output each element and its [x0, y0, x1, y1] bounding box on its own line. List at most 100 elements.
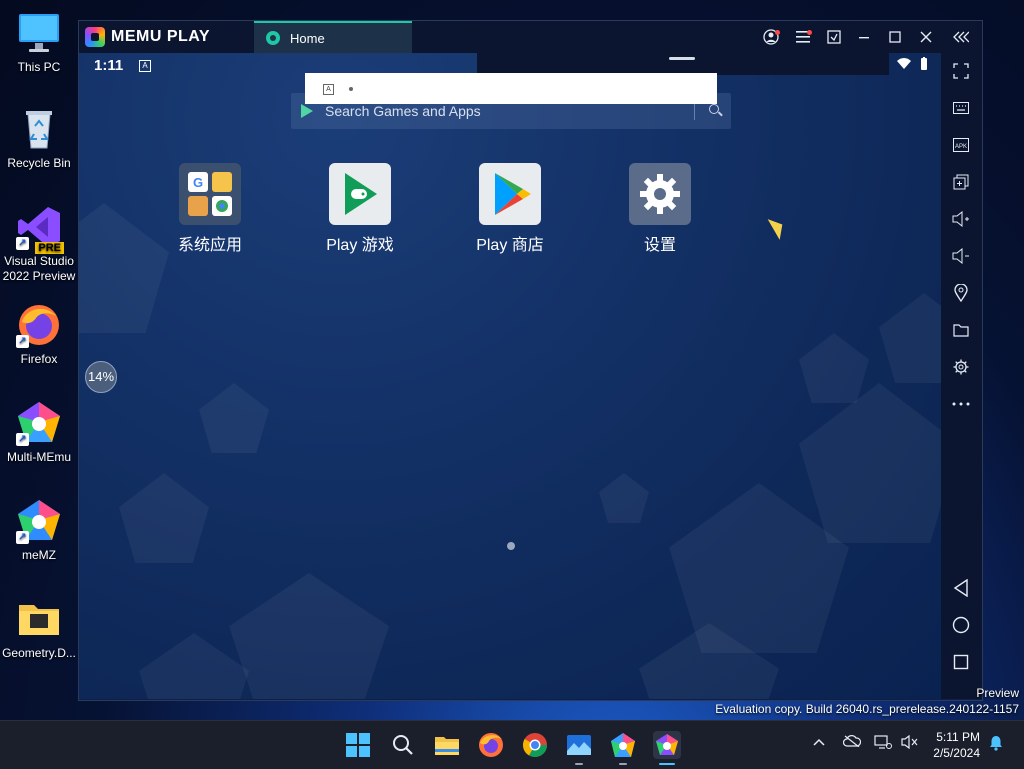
- desktop-icon-recycle-bin[interactable]: Recycle Bin: [0, 106, 78, 171]
- network-status[interactable]: [874, 735, 892, 752]
- taskbar-file-explorer[interactable]: [433, 731, 461, 759]
- desktop-icon-multi-memu[interactable]: ↗ Multi-MEmu: [0, 400, 78, 465]
- memu-logo: MEMU PLAY: [85, 27, 210, 47]
- taskbar-memu-play[interactable]: [653, 731, 681, 765]
- firefox-icon: [479, 733, 503, 757]
- chrome-icon: [522, 733, 547, 758]
- chevron-up-icon: [813, 738, 825, 746]
- windows-taskbar: 5:11 PM 2/5/2024: [0, 720, 1024, 769]
- wallpaper-shape: [599, 473, 649, 523]
- svg-text:APK: APK: [955, 144, 967, 150]
- running-indicator: [575, 763, 583, 765]
- screen-record-button[interactable]: [822, 27, 846, 47]
- windows-start-icon: [346, 733, 370, 757]
- wallpaper-shape: [119, 473, 209, 563]
- progress-indicator[interactable]: 14%: [85, 361, 117, 393]
- maximize-button[interactable]: [883, 27, 907, 47]
- battery-icon: [921, 57, 927, 70]
- home-tab-icon: [266, 31, 280, 45]
- keyboard-mapping-button[interactable]: [951, 98, 971, 118]
- account-button[interactable]: [759, 27, 783, 47]
- volume-down-button[interactable]: [951, 246, 971, 266]
- shared-folder-button[interactable]: [951, 320, 971, 340]
- desktop-icon-label: Visual Studio 2022 Preview: [2, 254, 76, 283]
- apk-icon: APK: [953, 138, 969, 152]
- app-settings[interactable]: 设置: [610, 163, 710, 255]
- memu-gem-icon: [85, 27, 105, 47]
- desktop-icon-memz[interactable]: ↗ meMZ: [0, 498, 78, 563]
- taskbar-clock[interactable]: 5:11 PM 2/5/2024: [933, 729, 980, 761]
- recycle-bin-icon: [16, 106, 62, 152]
- clock-time: 5:11 PM: [936, 730, 980, 744]
- network-icon: [874, 735, 892, 749]
- android-recents-button[interactable]: [951, 652, 971, 672]
- wallpaper-shape: [199, 383, 269, 453]
- recents-square-icon: [953, 654, 969, 670]
- app-system-apps[interactable]: G 系统应用: [160, 163, 260, 255]
- desktop-icon-visual-studio[interactable]: PRE ↗ Visual Studio 2022 Preview: [0, 204, 78, 284]
- page-indicator-dot: [507, 542, 515, 550]
- firefox-icon: ↗: [16, 302, 62, 348]
- android-back-button[interactable]: [951, 578, 971, 598]
- wallpaper-shape: [139, 633, 249, 699]
- desktop-icon-this-pc[interactable]: This PC: [0, 10, 78, 75]
- wifi-icon: [897, 58, 911, 69]
- file-explorer-icon: [435, 737, 459, 755]
- desktop-icon-label: This PC: [17, 60, 61, 74]
- taskbar-firefox[interactable]: [477, 731, 505, 759]
- shortcut-arrow-icon: ↗: [16, 335, 29, 348]
- notification-shade-handle[interactable]: [477, 53, 889, 75]
- start-button[interactable]: [344, 731, 372, 759]
- collapse-toolbar-button[interactable]: [949, 27, 973, 47]
- emulator-settings-button[interactable]: [951, 357, 971, 377]
- double-chevron-left-icon: [953, 31, 969, 43]
- fullscreen-button[interactable]: [951, 61, 971, 81]
- menu-button[interactable]: [791, 27, 815, 47]
- desktop-icon-label: Geometry.D...: [2, 646, 76, 660]
- location-button[interactable]: [951, 283, 971, 303]
- system-apps-folder-icon: G: [179, 163, 241, 225]
- photos-app-icon: [567, 735, 591, 755]
- notifications-button[interactable]: [988, 735, 1004, 754]
- onedrive-status[interactable]: [842, 735, 862, 750]
- show-hidden-icons-button[interactable]: [812, 735, 826, 750]
- desktop-icon-label: Firefox: [20, 352, 58, 366]
- notification-popup[interactable]: A: [305, 73, 717, 104]
- memu-brand-text: MEMU PLAY: [111, 28, 211, 45]
- app-play-games[interactable]: Play 游戏: [310, 163, 410, 255]
- taskbar-photos-app[interactable]: [565, 731, 593, 765]
- desktop-icon-geometry-folder[interactable]: Geometry.D...: [0, 596, 78, 661]
- volume-muted-status[interactable]: [901, 734, 919, 752]
- multi-instance-button[interactable]: [951, 172, 971, 192]
- popup-dot: [349, 87, 353, 91]
- minimize-button[interactable]: [852, 27, 876, 47]
- install-apk-button[interactable]: APK: [951, 135, 971, 155]
- volume-down-icon: [952, 248, 969, 264]
- notification-dot: [807, 30, 812, 35]
- tab-home[interactable]: Home: [254, 21, 412, 53]
- desktop-icon-firefox[interactable]: ↗ Firefox: [0, 302, 78, 367]
- wallpaper-shape: [879, 293, 941, 383]
- search-placeholder: Search Games and Apps: [325, 103, 481, 119]
- wallpaper-shape: [229, 573, 389, 699]
- taskbar-multi-memu[interactable]: [609, 731, 637, 765]
- maximize-icon: [889, 31, 901, 43]
- app-play-store[interactable]: Play 商店: [460, 163, 560, 255]
- taskbar-chrome[interactable]: [521, 731, 549, 759]
- gear-icon: [953, 359, 969, 375]
- desktop-icon-label: Multi-MEmu: [6, 450, 71, 464]
- more-options-button[interactable]: [951, 394, 971, 414]
- volume-up-button[interactable]: [951, 209, 971, 229]
- close-button[interactable]: [914, 27, 938, 47]
- popup-notification-icon: A: [323, 84, 334, 95]
- desktop-icon-label: Recycle Bin: [7, 156, 71, 170]
- search-icon[interactable]: [709, 104, 719, 114]
- taskbar-search-button[interactable]: [389, 731, 417, 759]
- more-dots-icon: [952, 402, 970, 406]
- android-home-button[interactable]: [951, 615, 971, 635]
- android-home-screen[interactable]: 1:11 A Search Games and Apps A G 系统应用 Pl…: [79, 53, 941, 699]
- play-games-icon: [329, 163, 391, 225]
- cloud-offline-icon: [842, 735, 862, 748]
- wallpaper-shape: [799, 333, 869, 403]
- play-store-icon: [479, 163, 541, 225]
